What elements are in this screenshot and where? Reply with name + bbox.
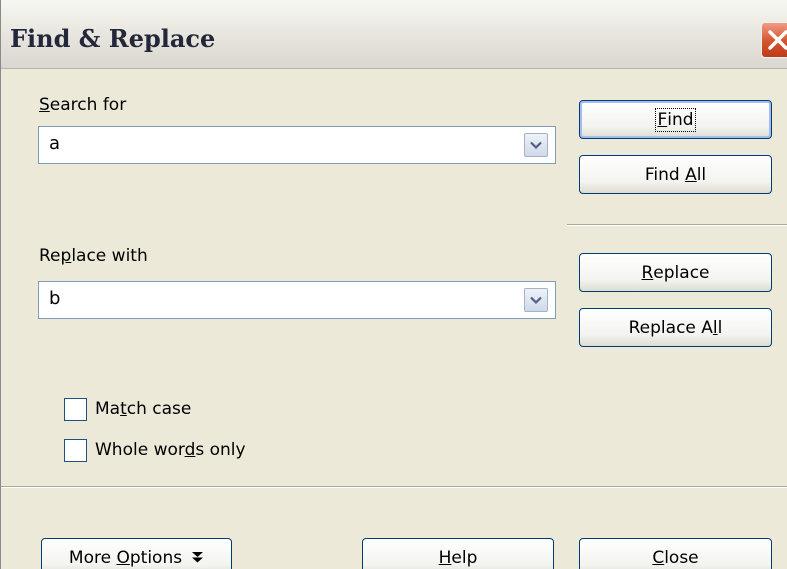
replace-history-dropdown[interactable] — [524, 288, 548, 312]
close-icon — [768, 30, 787, 50]
close-button[interactable]: Close — [579, 538, 772, 569]
replace-with-label: Replace with — [39, 246, 148, 266]
footer-separator — [1, 486, 787, 487]
title-bar[interactable]: Find & Replace — [1, 0, 787, 69]
double-chevron-down-icon — [192, 552, 204, 563]
find-all-button[interactable]: Find All — [579, 155, 772, 194]
match-case-checkbox[interactable] — [64, 398, 87, 421]
whole-words-checkbox[interactable] — [64, 439, 87, 462]
find-button[interactable]: Find — [579, 100, 772, 139]
title-close-button[interactable] — [761, 22, 787, 58]
search-history-dropdown[interactable] — [524, 133, 548, 157]
button-group-separator — [567, 224, 787, 225]
replace-with-combobox[interactable]: b — [38, 281, 556, 319]
match-case-label[interactable]: Match case — [95, 399, 191, 419]
search-input[interactable]: a — [49, 133, 60, 154]
find-replace-dialog: Find & Replace Search for a Replace with… — [0, 0, 787, 569]
more-options-button[interactable]: More Options — [41, 538, 232, 569]
replace-button[interactable]: Replace — [579, 253, 772, 292]
whole-words-label[interactable]: Whole words only — [95, 440, 246, 460]
chevron-down-icon — [530, 141, 542, 150]
dialog-title: Find & Replace — [10, 24, 216, 53]
search-for-combobox[interactable]: a — [38, 126, 556, 164]
chevron-down-icon — [530, 296, 542, 305]
replace-input[interactable]: b — [49, 288, 60, 309]
replace-all-button[interactable]: Replace All — [579, 308, 772, 347]
search-for-label: Search for — [39, 95, 127, 115]
help-button[interactable]: Help — [362, 538, 554, 569]
